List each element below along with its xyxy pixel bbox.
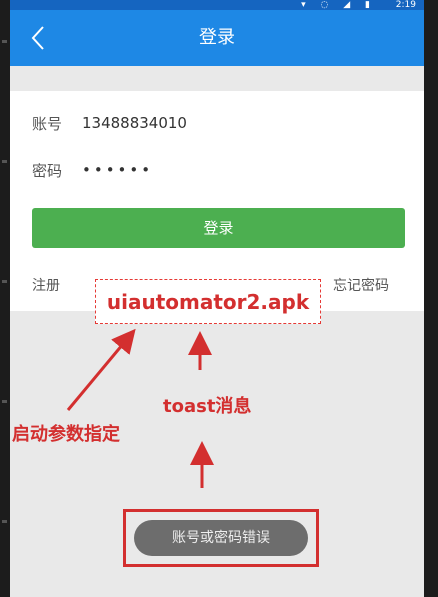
arrow-to-apk (66, 328, 136, 411)
toast-message: 账号或密码错误 (134, 520, 308, 556)
toast-highlight: 账号或密码错误 (123, 509, 319, 567)
phone-screen: ▾ ◌ ◢ ▮ 2:19 登录 账号 13488834010 密码 ••••••… (10, 0, 424, 597)
annotation-arrows (66, 328, 214, 488)
toast-annotation: toast消息 (163, 396, 252, 417)
screen-edge (0, 0, 10, 597)
param-annotation: 启动参数指定 (12, 424, 120, 445)
